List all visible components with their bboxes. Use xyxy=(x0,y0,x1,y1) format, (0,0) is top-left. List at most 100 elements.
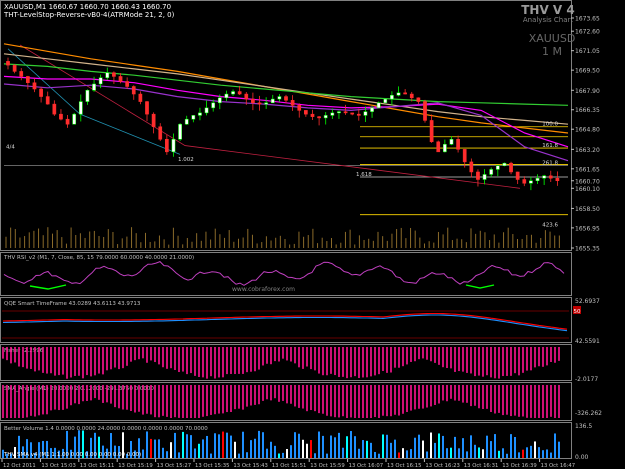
level-label: 161.8 xyxy=(542,143,558,149)
candle-body xyxy=(343,111,348,114)
volume-label: Better Volume 1.4 0.0000 0.0000 24.0000 … xyxy=(4,426,208,432)
candle-body xyxy=(396,92,401,96)
qqe-level-label: 42.5591 xyxy=(575,338,600,345)
time-label: 13 Oct 15:19 xyxy=(118,463,153,469)
candle-body xyxy=(191,115,196,120)
candle-body xyxy=(251,98,255,104)
candle-body xyxy=(502,162,507,166)
time-label: 12 Oct 2011 xyxy=(3,463,36,469)
candle-body xyxy=(224,93,229,99)
candle-body xyxy=(178,123,182,140)
level-label: 4/4 xyxy=(6,144,15,150)
time-label: 13 Oct 16:23 xyxy=(425,463,460,469)
candle-body xyxy=(548,175,553,179)
time-label: 13 Oct 15:03 xyxy=(41,463,76,469)
candle-body xyxy=(244,93,249,100)
candle-body xyxy=(489,169,494,175)
price-label: 1667.90 xyxy=(575,88,600,95)
candle-body xyxy=(436,141,441,153)
candle-body xyxy=(211,102,216,109)
candle-body xyxy=(85,90,90,102)
brand-title: THV V 4 xyxy=(521,3,575,17)
price-label: 1672.60 xyxy=(575,29,600,36)
candle-body xyxy=(482,174,487,180)
candle-body xyxy=(184,118,189,125)
candle-body xyxy=(323,115,328,119)
candle-body xyxy=(304,110,308,115)
candle-body xyxy=(409,93,414,99)
candle-body xyxy=(237,91,242,95)
candle-body xyxy=(12,64,17,72)
level-label: 100.0 xyxy=(542,122,558,128)
candle-body xyxy=(112,72,116,77)
candle-body xyxy=(383,98,388,104)
fisher-label: Fisher -2.2996 xyxy=(4,348,44,354)
candle-body xyxy=(92,83,96,91)
candle-body xyxy=(469,161,474,173)
indicator-info: THT-LevelStop-Reverse-vB0-4(ATRMode 21, … xyxy=(3,11,175,19)
watermark-timeframe: 1 M xyxy=(542,45,562,58)
candle-body xyxy=(105,72,110,78)
candle-body xyxy=(32,82,37,90)
candle-body xyxy=(443,144,447,153)
candle-body xyxy=(350,112,355,115)
candle-body xyxy=(330,112,335,116)
time-label: 13 Oct 16:15 xyxy=(387,463,422,469)
candle-body xyxy=(535,177,540,182)
candle-body xyxy=(290,100,295,106)
qqe-label: QQE Smart TimeFrame 43.0289 43.6113 43.9… xyxy=(4,301,141,307)
candle-body xyxy=(59,113,63,120)
candle-body xyxy=(39,88,43,97)
time-label: 13 Oct 15:59 xyxy=(310,463,345,469)
price-label: 1660.10 xyxy=(575,186,600,193)
level-label: 1.618 xyxy=(356,172,372,178)
time-label: 13 Oct 15:35 xyxy=(195,463,230,469)
volume-level-label: 0.00 xyxy=(575,454,589,461)
candle-body xyxy=(98,77,103,85)
candle-body xyxy=(403,92,407,95)
time-label: 13 Oct 15:43 xyxy=(233,463,268,469)
candle-body xyxy=(356,113,361,116)
candle-body xyxy=(264,102,268,105)
qqe-badge-text: 50 xyxy=(574,309,581,315)
level-label: 261.8 xyxy=(542,161,558,167)
candle-body xyxy=(423,101,427,121)
candle-body xyxy=(125,81,129,87)
price-label: 1660.70 xyxy=(575,178,600,185)
sma-angle-level-label: -326.262 xyxy=(575,410,602,417)
candle-body xyxy=(138,93,143,102)
price-label: 1655.35 xyxy=(575,246,600,253)
candle-body xyxy=(217,97,222,104)
candle-body xyxy=(65,118,70,125)
candle-body xyxy=(45,96,50,105)
price-label: 1669.50 xyxy=(575,68,600,75)
candle-body xyxy=(363,111,368,116)
rsi-watermark: www.cobraforex.com xyxy=(232,286,295,293)
candle-body xyxy=(416,97,421,102)
price-label: 1663.20 xyxy=(575,147,600,154)
fisher-level-label: -2.0177 xyxy=(575,376,598,383)
time-label: 13 Oct 16:39 xyxy=(502,463,537,469)
candle-body xyxy=(19,71,24,77)
price-label: 1666.35 xyxy=(575,107,600,114)
candle-body xyxy=(231,91,235,95)
candle-body xyxy=(542,175,546,179)
candle-body xyxy=(26,76,30,83)
level-label: 1.002 xyxy=(178,157,194,163)
candle-body xyxy=(198,112,202,116)
candle-body xyxy=(390,95,394,100)
level-label: 423.6 xyxy=(542,222,558,228)
candle-body xyxy=(171,139,176,153)
candle-body xyxy=(270,98,275,104)
candle-body xyxy=(257,102,262,105)
volume-level-label: 136.5 xyxy=(575,423,592,430)
candle-body xyxy=(151,113,156,127)
trading-chart: XAUUSD,M1 1660.67 1660.70 1660.43 1660.7… xyxy=(0,0,625,469)
candle-body xyxy=(131,86,136,95)
price-label: 1671.05 xyxy=(575,48,600,55)
candle-body xyxy=(456,139,460,150)
candle-body xyxy=(555,177,560,182)
symbol-info: XAUUSD,M1 1660.67 1660.70 1660.43 1660.7… xyxy=(4,3,171,11)
candle-body xyxy=(78,101,83,115)
rsi-label: THV RSI_v2 (M1, 7, Close, 85, 15 79.0000… xyxy=(3,255,194,261)
